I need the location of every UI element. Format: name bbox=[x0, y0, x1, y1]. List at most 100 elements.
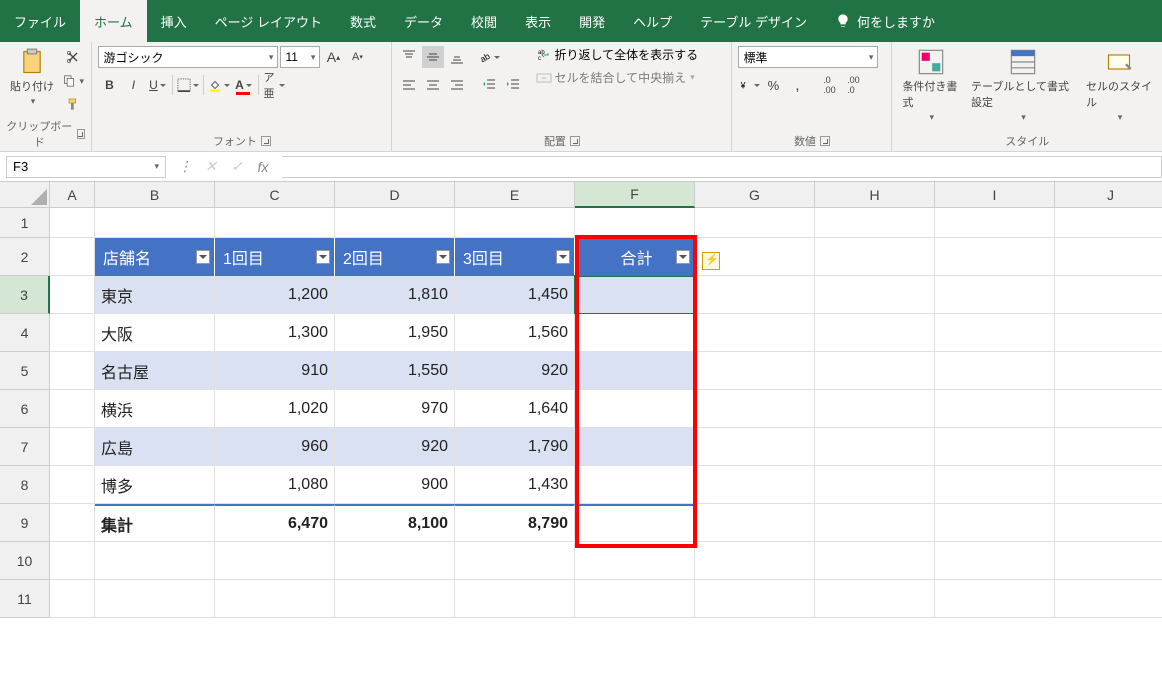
table-cell[interactable]: 1,300 bbox=[215, 314, 335, 352]
cell-D11[interactable] bbox=[335, 580, 455, 618]
enter-formula-button[interactable]: ✓ bbox=[228, 158, 246, 175]
format-as-table-button[interactable]: テーブルとして書式設定▾ bbox=[967, 46, 1078, 125]
cell-C11[interactable] bbox=[215, 580, 335, 618]
cell-D1[interactable] bbox=[335, 208, 455, 238]
table-cell[interactable]: 1,200 bbox=[215, 276, 335, 314]
cell-F10[interactable] bbox=[575, 542, 695, 580]
table-cell[interactable]: 1,430 bbox=[455, 466, 575, 504]
cell-G7[interactable] bbox=[695, 428, 815, 466]
font-launcher[interactable] bbox=[261, 136, 271, 146]
border-button[interactable] bbox=[177, 74, 199, 96]
table-cell-name[interactable]: 名古屋 bbox=[95, 352, 215, 390]
align-top-button[interactable] bbox=[398, 46, 420, 68]
table-header-4[interactable]: 合計 bbox=[575, 238, 695, 276]
cell-H2[interactable] bbox=[815, 238, 935, 276]
align-middle-button[interactable] bbox=[422, 46, 444, 68]
table-cell[interactable]: 1,450 bbox=[455, 276, 575, 314]
cell-J10[interactable] bbox=[1055, 542, 1162, 580]
col-header-G[interactable]: G bbox=[695, 182, 815, 208]
cell-G6[interactable] bbox=[695, 390, 815, 428]
align-center-button[interactable] bbox=[422, 74, 444, 96]
orientation-button[interactable]: ab bbox=[478, 46, 500, 68]
cell-E1[interactable] bbox=[455, 208, 575, 238]
cell-H9[interactable] bbox=[815, 504, 935, 542]
table-header-1[interactable]: 1回目 bbox=[215, 238, 335, 276]
cell-H10[interactable] bbox=[815, 542, 935, 580]
table-cell[interactable] bbox=[575, 314, 695, 352]
cut-button[interactable] bbox=[62, 46, 84, 68]
paste-button[interactable]: 貼り付け ▾ bbox=[6, 46, 58, 109]
formula-input[interactable] bbox=[282, 156, 1162, 178]
table-cell[interactable] bbox=[575, 466, 695, 504]
clipboard-launcher[interactable] bbox=[77, 129, 86, 139]
table-header-2[interactable]: 2回目 bbox=[335, 238, 455, 276]
flash-fill-icon[interactable] bbox=[702, 252, 720, 270]
grow-font-button[interactable]: A▴ bbox=[322, 46, 344, 68]
cell-I5[interactable] bbox=[935, 352, 1055, 390]
cell-H6[interactable] bbox=[815, 390, 935, 428]
row-header-10[interactable]: 10 bbox=[0, 542, 50, 580]
cell-J7[interactable] bbox=[1055, 428, 1162, 466]
decrease-decimal-button[interactable]: .00.0 bbox=[842, 74, 864, 96]
cell-A9[interactable] bbox=[50, 504, 95, 542]
cell-G8[interactable] bbox=[695, 466, 815, 504]
number-format-combo[interactable]: 標準▾ bbox=[738, 46, 878, 68]
table-cell[interactable]: 920 bbox=[335, 428, 455, 466]
cell-A10[interactable] bbox=[50, 542, 95, 580]
cell-I6[interactable] bbox=[935, 390, 1055, 428]
tab-file[interactable]: ファイル bbox=[0, 0, 80, 42]
row-header-9[interactable]: 9 bbox=[0, 504, 50, 542]
row-header-3[interactable]: 3 bbox=[0, 276, 50, 314]
number-launcher[interactable] bbox=[820, 136, 830, 146]
fill-color-button[interactable] bbox=[208, 74, 230, 96]
table-cell[interactable]: 1,080 bbox=[215, 466, 335, 504]
cell-G4[interactable] bbox=[695, 314, 815, 352]
cell-A8[interactable] bbox=[50, 466, 95, 504]
table-cell[interactable]: 920 bbox=[455, 352, 575, 390]
tab-review[interactable]: 校閲 bbox=[457, 0, 511, 42]
font-color-button[interactable]: A bbox=[232, 74, 254, 96]
cell-I11[interactable] bbox=[935, 580, 1055, 618]
cell-A4[interactable] bbox=[50, 314, 95, 352]
table-cell-name[interactable]: 東京 bbox=[95, 276, 215, 314]
col-header-B[interactable]: B bbox=[95, 182, 215, 208]
cell-J5[interactable] bbox=[1055, 352, 1162, 390]
cell-G5[interactable] bbox=[695, 352, 815, 390]
tab-developer[interactable]: 開発 bbox=[565, 0, 619, 42]
cell-styles-button[interactable]: セルのスタイル▾ bbox=[1082, 46, 1156, 125]
cell-I3[interactable] bbox=[935, 276, 1055, 314]
format-painter-button[interactable] bbox=[62, 94, 84, 116]
cell-B1[interactable] bbox=[95, 208, 215, 238]
phonetic-button[interactable]: ア亜 bbox=[263, 74, 285, 96]
increase-indent-button[interactable] bbox=[502, 74, 524, 96]
cell-E11[interactable] bbox=[455, 580, 575, 618]
table-total-cell[interactable]: 8,100 bbox=[335, 504, 455, 542]
tell-me-search[interactable]: 何をしますか bbox=[821, 0, 949, 42]
cell-J4[interactable] bbox=[1055, 314, 1162, 352]
table-cell[interactable]: 900 bbox=[335, 466, 455, 504]
row-header-11[interactable]: 11 bbox=[0, 580, 50, 618]
table-total-cell[interactable]: 8,790 bbox=[455, 504, 575, 542]
align-right-button[interactable] bbox=[446, 74, 468, 96]
cancel-formula-button[interactable]: ✕ bbox=[202, 158, 220, 175]
row-header-2[interactable]: 2 bbox=[0, 238, 50, 276]
table-cell[interactable]: 1,020 bbox=[215, 390, 335, 428]
cell-I9[interactable] bbox=[935, 504, 1055, 542]
col-header-C[interactable]: C bbox=[215, 182, 335, 208]
alignment-launcher[interactable] bbox=[570, 136, 580, 146]
table-cell[interactable] bbox=[575, 352, 695, 390]
tab-home[interactable]: ホーム bbox=[80, 0, 147, 42]
cell-H4[interactable] bbox=[815, 314, 935, 352]
cell-G11[interactable] bbox=[695, 580, 815, 618]
percent-button[interactable]: % bbox=[762, 74, 784, 96]
table-cell-name[interactable]: 博多 bbox=[95, 466, 215, 504]
tab-formulas[interactable]: 数式 bbox=[336, 0, 390, 42]
table-cell[interactable]: 1,810 bbox=[335, 276, 455, 314]
underline-button[interactable]: U bbox=[146, 74, 168, 96]
cell-D10[interactable] bbox=[335, 542, 455, 580]
cell-I1[interactable] bbox=[935, 208, 1055, 238]
cell-B11[interactable] bbox=[95, 580, 215, 618]
decrease-indent-button[interactable] bbox=[478, 74, 500, 96]
cell-A5[interactable] bbox=[50, 352, 95, 390]
cell-B10[interactable] bbox=[95, 542, 215, 580]
